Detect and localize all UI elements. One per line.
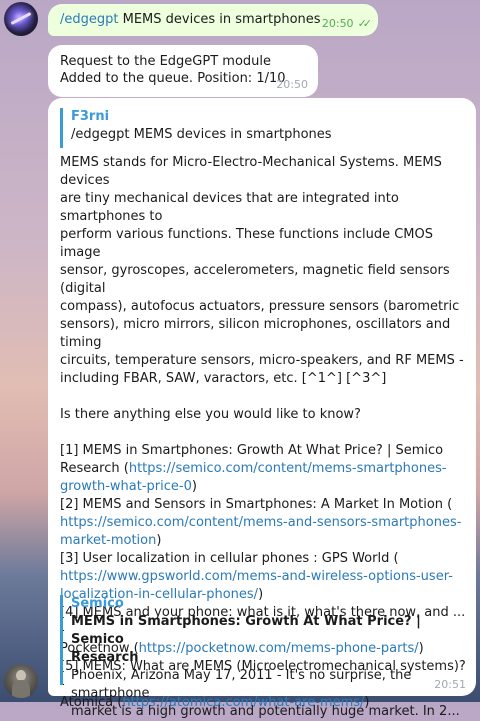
body-line: sensor, gyroscopes, accelerometers, magn… bbox=[60, 263, 450, 296]
link-preview[interactable]: Semico MEMS in Smartphones: Growth At Wh… bbox=[60, 595, 460, 719]
status-line-2: Added to the queue. Position: 1/10 bbox=[60, 71, 286, 86]
body-line: compass), autofocus actuators, pressure … bbox=[60, 299, 460, 314]
paren: ) bbox=[191, 479, 197, 494]
time-label: 20:50 bbox=[321, 17, 354, 30]
read-receipt-icon: ✓✓ bbox=[357, 17, 373, 30]
reply-quote[interactable]: F3rni /edgegpt MEMS devices in smartphon… bbox=[60, 108, 460, 148]
reply-text: /edgegpt MEMS devices in smartphones bbox=[71, 127, 332, 142]
outgoing-message-bubble[interactable]: /edgegpt MEMS devices in smartphones 20:… bbox=[48, 4, 378, 36]
command-text: /edgegpt MEMS devices in smartphones bbox=[60, 12, 321, 27]
question-text: Is there anything else you would like to… bbox=[60, 407, 361, 422]
user-avatar[interactable] bbox=[4, 2, 38, 36]
preview-title: MEMS in Smartphones: Growth At What Pric… bbox=[71, 614, 421, 647]
reference-link[interactable]: growth-what-price-0 bbox=[60, 479, 192, 494]
bot-avatar[interactable] bbox=[4, 664, 38, 698]
body-line: MEMS stands for Micro-Electro-Mechanical… bbox=[60, 155, 442, 188]
preview-site-name: Semico bbox=[71, 596, 124, 611]
body-line: circuits, temperature sensors, micro-spe… bbox=[60, 353, 464, 368]
status-message-bubble[interactable]: Request to the EdgeGPT module Added to t… bbox=[48, 45, 318, 97]
reference-link[interactable]: https://semico.com/content/mems-smartpho… bbox=[129, 461, 447, 476]
message-time: 20:50 bbox=[276, 78, 308, 91]
reference-item: [3] User localization in cellular phones… bbox=[60, 551, 399, 566]
reference-link[interactable]: https://semico.com/content/mems-and-sens… bbox=[60, 515, 461, 530]
body-line: perform various functions. These functio… bbox=[60, 227, 433, 260]
status-line-1: Request to the EdgeGPT module bbox=[60, 54, 272, 69]
preview-title: Research bbox=[71, 650, 139, 665]
command-link[interactable]: /edgegpt bbox=[60, 12, 118, 27]
answer-message-bubble[interactable]: F3rni /edgegpt MEMS devices in smartphon… bbox=[48, 98, 476, 719]
body-line: including FBAR, SAW, varactors, etc. [^1… bbox=[60, 371, 387, 386]
reference-source: Research ( bbox=[60, 461, 129, 476]
reference-link[interactable]: https://www.gpsworld.com/mems-and-wirele… bbox=[60, 569, 453, 584]
message-time: 20:51 bbox=[434, 678, 466, 691]
command-query: MEMS devices in smartphones bbox=[118, 12, 321, 27]
reference-item: [2] MEMS and Sensors in Smartphones: A M… bbox=[60, 497, 453, 512]
reference-link[interactable]: market-motion bbox=[60, 533, 156, 548]
body-line: sensors), micro mirrors, silicon microph… bbox=[60, 317, 451, 350]
preview-description: Phoenix, Arizona May 17, 2011 - It's no … bbox=[71, 668, 412, 701]
avatar-graphic bbox=[10, 12, 32, 25]
reference-item: [1] MEMS in Smartphones: Growth At What … bbox=[60, 443, 444, 458]
avatar-body bbox=[12, 680, 30, 698]
body-line: are tiny mechanical devices that are int… bbox=[60, 191, 399, 224]
paren: ) bbox=[156, 533, 162, 548]
preview-description: market is a high growth and potentially … bbox=[71, 704, 460, 719]
reply-author: F3rni bbox=[71, 109, 110, 124]
message-time: 20:50 ✓✓ bbox=[321, 17, 373, 30]
